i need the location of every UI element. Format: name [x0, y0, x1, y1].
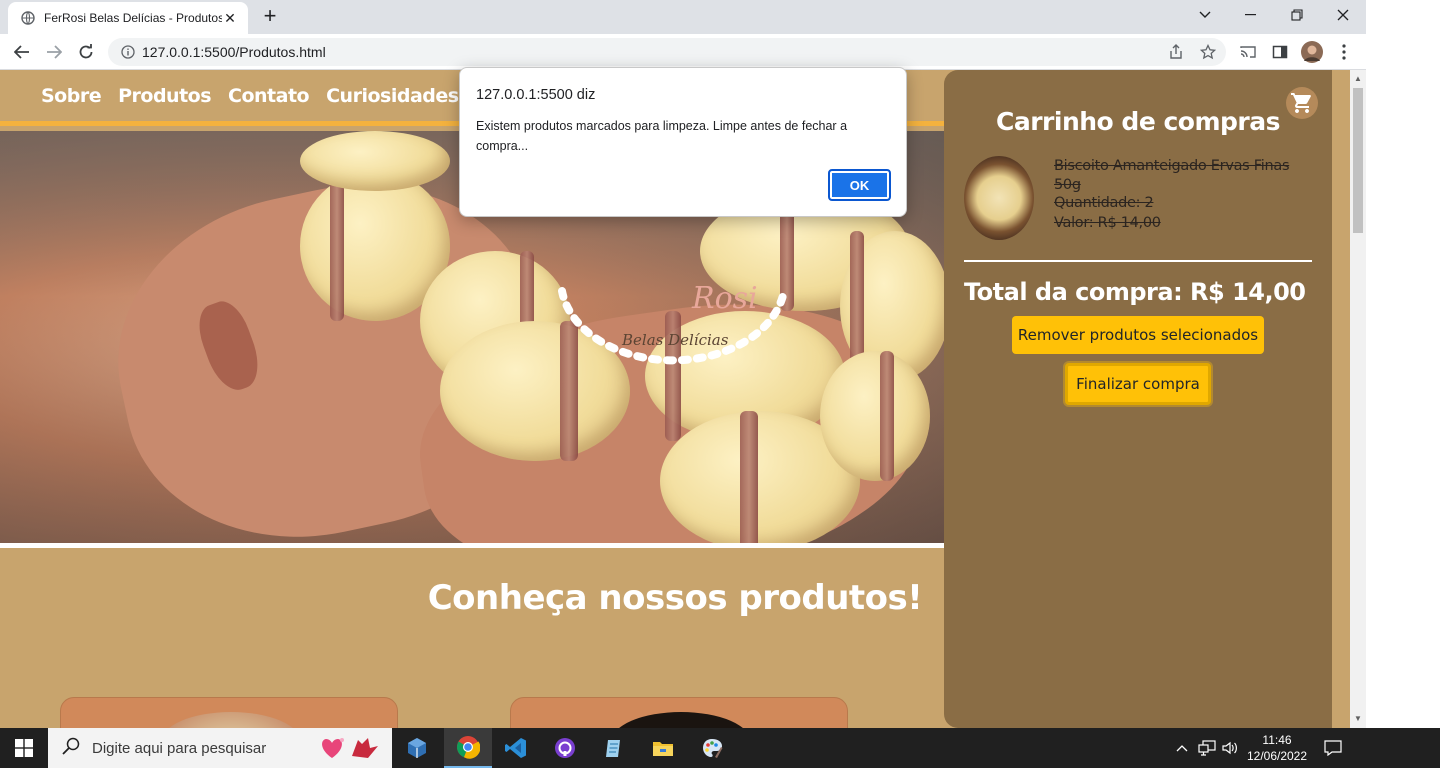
forward-arrow-icon[interactable] [40, 38, 68, 66]
browser-tab[interactable]: FerRosi Belas Delícias - Produtos ✕ [8, 2, 248, 34]
site-info-icon[interactable] [120, 44, 136, 60]
remove-selected-button[interactable]: Remover produtos selecionados [1012, 316, 1264, 354]
tab-search-icon[interactable] [1182, 0, 1228, 30]
scroll-up-icon[interactable]: ▲ [1350, 72, 1366, 86]
brand-logo: Rosi Belas Delícias [552, 281, 796, 381]
vscode-app-icon[interactable] [492, 728, 540, 768]
tab-strip: FerRosi Belas Delícias - Produtos ✕ + [0, 0, 1366, 34]
notepad-app-icon[interactable] [590, 728, 638, 768]
notifications-icon[interactable] [1318, 728, 1348, 768]
reload-icon[interactable] [72, 38, 100, 66]
tray-chevron-up-icon[interactable] [1172, 728, 1192, 768]
globe-icon [20, 10, 36, 26]
alert-dialog: 127.0.0.1:5500 diz Existem produtos marc… [459, 67, 907, 217]
dialog-title: 127.0.0.1:5500 diz [476, 87, 596, 103]
logo-subtitle-text: Belas Delícias [622, 331, 729, 349]
product-image [161, 712, 301, 728]
bookmark-star-icon[interactable] [1194, 38, 1222, 66]
shopping-cart-panel: Carrinho de compras Biscoito Amanteigado… [944, 70, 1332, 728]
cookie [820, 351, 930, 481]
tab-title: FerRosi Belas Delícias - Produtos [44, 11, 222, 25]
file-explorer-app-icon[interactable] [639, 728, 687, 768]
cookie [300, 131, 450, 191]
cart-total: Total da compra: R$ 14,00 [964, 278, 1306, 306]
finish-purchase-button[interactable]: Finalizar compra [1065, 363, 1211, 405]
product-image [611, 712, 751, 728]
cart-title: Carrinho de compras [996, 107, 1281, 136]
address-bar[interactable]: 127.0.0.1:5500/Produtos.html [108, 38, 1226, 66]
product-card[interactable] [510, 697, 848, 728]
cart-divider [964, 260, 1312, 262]
side-panel-icon[interactable] [1266, 38, 1294, 66]
profile-avatar[interactable] [1298, 38, 1326, 66]
valentines-decoration-icon [318, 734, 382, 767]
browser-chrome: FerRosi Belas Delícias - Produtos ✕ + 12… [0, 0, 1366, 70]
page-scrollbar[interactable]: ▲ ▼ [1350, 70, 1366, 728]
minimize-button[interactable] [1228, 0, 1274, 30]
search-placeholder: Digite aqui para pesquisar [92, 739, 267, 757]
windows-start-icon[interactable] [0, 728, 48, 768]
taskbar-search[interactable]: Digite aqui para pesquisar [48, 728, 392, 768]
cart-item-image[interactable] [964, 156, 1034, 240]
dialog-message: Existem produtos marcados para limpeza. … [476, 119, 848, 153]
nav-link-contato[interactable]: Contato [228, 85, 310, 107]
taskbar-clock[interactable]: 11:46 12/06/2022 [1240, 732, 1314, 764]
chrome-app-icon[interactable] [444, 728, 492, 768]
search-icon [62, 737, 80, 760]
virtualbox-app-icon[interactable] [393, 728, 441, 768]
windows-taskbar: Digite aqui para pesquisar 11:46 12/06/2… [0, 728, 1440, 768]
browser-toolbar: 127.0.0.1:5500/Produtos.html [0, 34, 1366, 70]
restore-button[interactable] [1274, 0, 1320, 30]
volume-icon[interactable] [1220, 728, 1240, 768]
share-icon[interactable] [1162, 38, 1190, 66]
nav-link-produtos[interactable]: Produtos [118, 85, 211, 107]
scroll-thumb[interactable] [1353, 88, 1363, 233]
paint-app-icon[interactable] [688, 728, 736, 768]
dialog-ok-button[interactable]: OK [828, 169, 891, 201]
github-desktop-app-icon[interactable] [541, 728, 589, 768]
cart-item-value: Valor: R$ 14,00 [1054, 215, 1161, 231]
screen: FerRosi Belas Delícias - Produtos ✕ + 12… [0, 0, 1440, 768]
shopping-cart-icon[interactable] [1286, 87, 1318, 119]
network-icon[interactable] [1196, 728, 1218, 768]
close-tab-icon[interactable]: ✕ [222, 10, 238, 27]
cast-icon[interactable] [1234, 38, 1262, 66]
clock-time: 11:46 [1262, 733, 1292, 747]
product-card[interactable] [60, 697, 398, 728]
menu-dots-icon[interactable] [1330, 38, 1358, 66]
nav-link-sobre[interactable]: Sobre [41, 85, 102, 107]
url-text: 127.0.0.1:5500/Produtos.html [142, 44, 326, 60]
back-arrow-icon[interactable] [8, 38, 36, 66]
logo-title-text: Rosi [692, 281, 758, 316]
clock-date: 12/06/2022 [1246, 749, 1308, 763]
cart-item-quantity: Quantidade: 2 [1054, 195, 1154, 211]
close-window-button[interactable] [1320, 0, 1366, 30]
hero-divider [0, 543, 944, 548]
scroll-down-icon[interactable]: ▼ [1350, 712, 1366, 726]
nav-link-curiosidades[interactable]: Curiosidades [326, 85, 459, 107]
cart-item-name: Biscoito Amanteigado Ervas Finas 50g [1054, 158, 1290, 193]
new-tab-button[interactable]: + [258, 5, 282, 29]
